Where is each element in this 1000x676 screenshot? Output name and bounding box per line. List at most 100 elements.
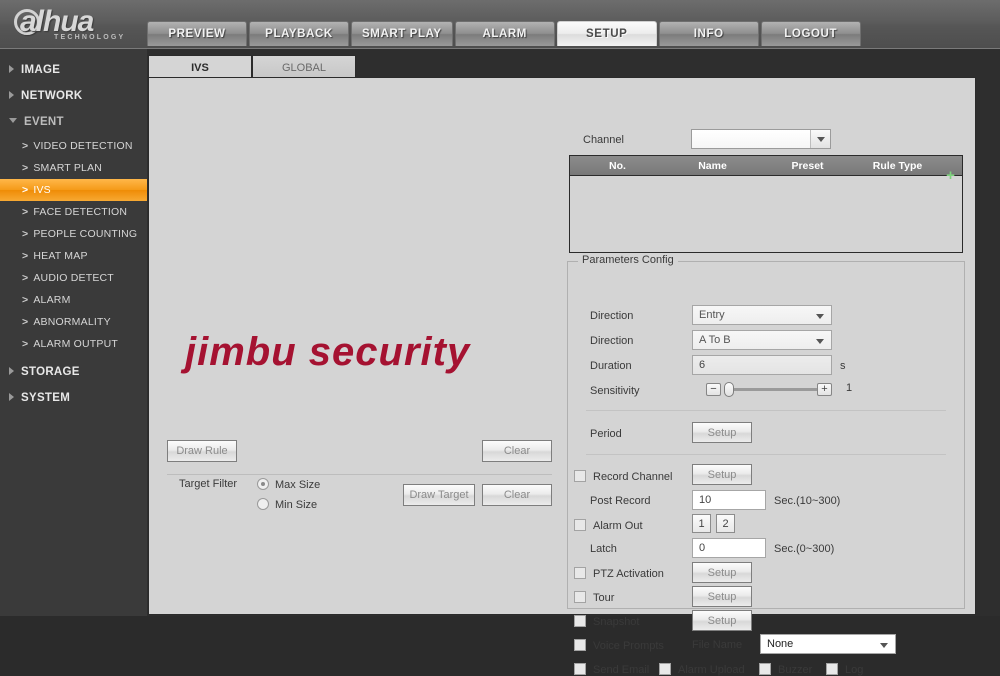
gt-icon: > (22, 162, 29, 174)
ptz-activation-checkbox[interactable] (574, 567, 586, 579)
snapshot-row[interactable]: Snapshot (574, 615, 639, 628)
topnav-info[interactable]: INFO (658, 21, 759, 46)
sensitivity-slider[interactable]: − + 1 (698, 380, 852, 398)
draw-rule-button[interactable]: Draw Rule (167, 440, 237, 462)
log-row[interactable]: Log (826, 663, 863, 676)
duration-label: Duration (590, 360, 632, 372)
sensitivity-decrease-button[interactable]: − (706, 383, 721, 396)
sidebar-item-audio-detect-label: AUDIO DETECT (33, 272, 114, 284)
send-email-row[interactable]: Send Email (574, 663, 649, 676)
radio-max-size-label: Max Size (275, 479, 321, 491)
sidebar-item-ivs[interactable]: > IVS (0, 179, 147, 201)
sidebar-item-heat-map[interactable]: > HEAT MAP (0, 245, 147, 267)
topnav-smart-play[interactable]: SMART PLAY (351, 21, 453, 46)
voice-prompts-checkbox[interactable] (574, 639, 586, 651)
tour-checkbox[interactable] (574, 591, 586, 603)
sidebar-item-network[interactable]: NETWORK (0, 83, 147, 109)
tab-ivs[interactable]: IVS (148, 55, 252, 79)
gt-icon: > (22, 250, 29, 262)
sidebar-item-audio-detect[interactable]: > AUDIO DETECT (0, 267, 147, 289)
alarm-out-channel-2-button[interactable]: 2 (716, 514, 735, 533)
alarm-out-row[interactable]: Alarm Out (574, 519, 643, 532)
sidebar-item-network-label: NETWORK (21, 90, 83, 102)
sidebar-item-face-detection[interactable]: > FACE DETECTION (0, 201, 147, 223)
gt-icon: > (22, 338, 29, 350)
record-channel-setup-button[interactable]: Setup (692, 464, 752, 485)
sensitivity-thumb[interactable] (724, 382, 734, 397)
radio-max-size-icon[interactable] (257, 478, 269, 490)
sidebar-item-system[interactable]: SYSTEM (0, 385, 147, 411)
draw-target-button[interactable]: Draw Target (403, 484, 475, 506)
tour-setup-button[interactable]: Setup (692, 586, 752, 607)
gt-icon: > (22, 316, 29, 328)
clear-target-button[interactable]: Clear (482, 484, 552, 506)
sensitivity-increase-button[interactable]: + (817, 383, 832, 396)
file-name-label: File Name (692, 639, 743, 651)
direction1-select[interactable]: Entry (692, 305, 832, 325)
content-area: IVS GLOBAL jimbu security Draw Rule Clea… (147, 49, 1000, 676)
radio-max-size[interactable]: Max Size (257, 478, 320, 491)
send-email-checkbox[interactable] (574, 663, 586, 675)
record-channel-checkbox[interactable] (574, 470, 586, 482)
alarm-upload-row[interactable]: Alarm Upload (659, 663, 745, 676)
rule-table-body[interactable] (570, 176, 962, 252)
sidebar-item-face-detection-label: FACE DETECTION (33, 206, 128, 218)
sidebar-item-ivs-label: IVS (33, 184, 51, 196)
sidebar-item-alarm-output[interactable]: > ALARM OUTPUT (0, 333, 147, 355)
sidebar-item-people-counting[interactable]: > PEOPLE COUNTING (0, 223, 147, 245)
alarm-out-checkbox[interactable] (574, 519, 586, 531)
direction2-select[interactable]: A To B (692, 330, 832, 350)
chevron-right-icon (9, 90, 14, 99)
log-checkbox[interactable] (826, 663, 838, 675)
radio-min-size[interactable]: Min Size (257, 498, 317, 511)
sidebar-item-people-counting-label: PEOPLE COUNTING (33, 228, 138, 240)
buzzer-row[interactable]: Buzzer (759, 663, 812, 676)
topnav-alarm[interactable]: ALARM (454, 21, 555, 46)
alarm-out-channel-1-button[interactable]: 1 (692, 514, 711, 533)
snapshot-setup-button[interactable]: Setup (692, 610, 752, 631)
channel-select-arrow[interactable] (810, 130, 830, 148)
channel-select[interactable] (691, 129, 831, 149)
file-name-select[interactable]: None (760, 634, 896, 654)
topnav-setup[interactable]: SETUP (556, 21, 657, 46)
latch-input[interactable]: 0 (692, 538, 766, 558)
chevron-down-icon (9, 118, 17, 124)
record-channel-label: Record Channel (593, 471, 673, 483)
record-channel-row[interactable]: Record Channel (574, 470, 673, 483)
alarm-upload-checkbox[interactable] (659, 663, 671, 675)
sidebar-item-smart-plan-label: SMART PLAN (33, 162, 103, 174)
file-name-value: None (767, 638, 794, 650)
rule-table: No. Name Preset Rule Type + (569, 155, 963, 253)
clear-rule-button[interactable]: Clear (482, 440, 552, 462)
sidebar-item-event-label: EVENT (24, 116, 64, 128)
channel-label: Channel (583, 134, 624, 146)
topnav-playback[interactable]: PLAYBACK (249, 21, 349, 46)
sidebar-item-heat-map-label: HEAT MAP (33, 250, 88, 262)
add-rule-plus-icon[interactable]: + (944, 168, 957, 183)
post-record-input[interactable]: 10 (692, 490, 766, 510)
ptz-activation-setup-button[interactable]: Setup (692, 562, 752, 583)
sidebar-item-alarm[interactable]: > ALARM (0, 289, 147, 311)
topnav-logout[interactable]: LOGOUT (760, 21, 861, 46)
ptz-activation-row[interactable]: PTZ Activation (574, 567, 664, 580)
tab-global[interactable]: GLOBAL (252, 55, 356, 79)
radio-min-size-icon[interactable] (257, 498, 269, 510)
sidebar-item-image[interactable]: IMAGE (0, 57, 147, 83)
buzzer-checkbox[interactable] (759, 663, 771, 675)
sidebar-item-alarm-output-label: ALARM OUTPUT (33, 338, 119, 350)
sidebar-item-video-detection[interactable]: > VIDEO DETECTION (0, 135, 147, 157)
duration-input[interactable]: 6 (692, 355, 832, 375)
sidebar-item-event[interactable]: EVENT (0, 109, 147, 135)
alarm-out-label: Alarm Out (593, 520, 643, 532)
sidebar-item-storage[interactable]: STORAGE (0, 359, 147, 385)
period-setup-button[interactable]: Setup (692, 422, 752, 443)
voice-prompts-row[interactable]: Voice Prompts (574, 639, 664, 652)
sidebar-item-smart-plan[interactable]: > SMART PLAN (0, 157, 147, 179)
tour-row[interactable]: Tour (574, 591, 614, 604)
direction1-label: Direction (590, 310, 634, 322)
snapshot-checkbox[interactable] (574, 615, 586, 627)
sidebar-item-abnormality[interactable]: > ABNORMALITY (0, 311, 147, 333)
sensitivity-track[interactable] (724, 388, 818, 391)
config-column: Channel No. Name Preset Rule Type + Para… (561, 78, 977, 676)
topnav-preview[interactable]: PREVIEW (147, 21, 247, 46)
